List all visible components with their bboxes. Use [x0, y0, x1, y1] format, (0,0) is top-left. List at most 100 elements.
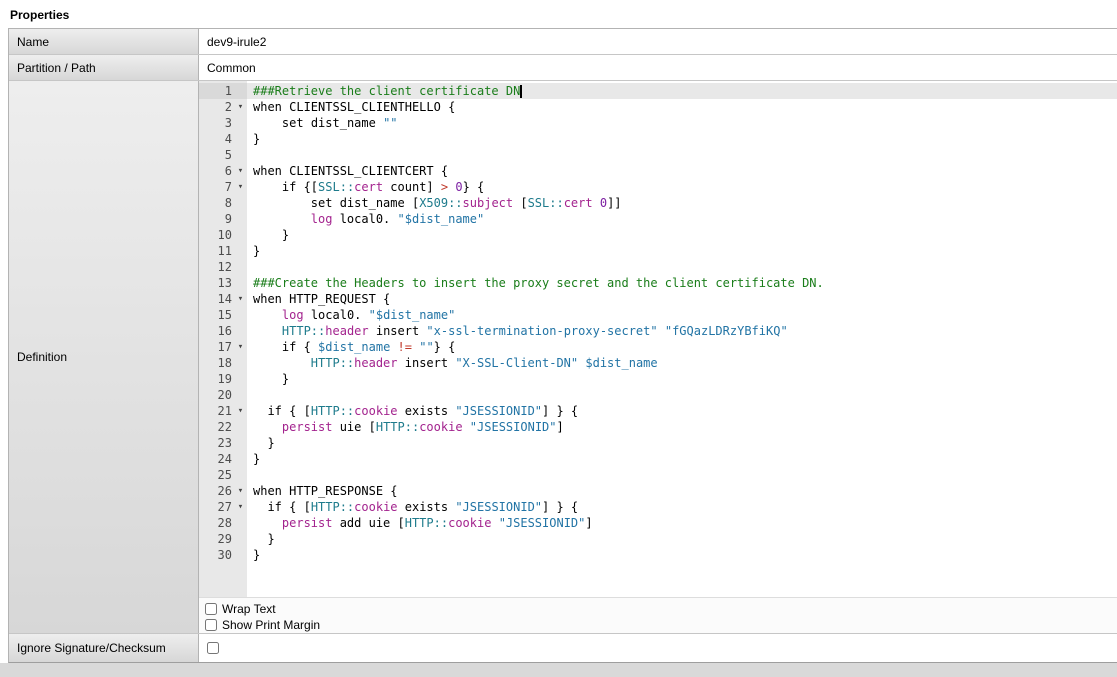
line-number[interactable]: 8	[199, 195, 234, 211]
line-number[interactable]: 22	[199, 419, 234, 435]
code-line[interactable]: 30}	[199, 547, 1117, 563]
code-line[interactable]: 28 persist add uie [HTTP::cookie "JSESSI…	[199, 515, 1117, 531]
line-number[interactable]: 9	[199, 211, 234, 227]
code-line-text[interactable]	[247, 259, 1117, 275]
line-number-gutter[interactable]: 6▾	[199, 163, 247, 179]
line-number[interactable]: 5	[199, 147, 234, 163]
code-line[interactable]: 2▾when CLIENTSSL_CLIENTHELLO {	[199, 99, 1117, 115]
line-number[interactable]: 28	[199, 515, 234, 531]
line-number-gutter[interactable]: 25	[199, 467, 247, 483]
code-line-text[interactable]: HTTP::header insert "X-SSL-Client-DN" $d…	[247, 355, 1117, 371]
code-line-text[interactable]: log local0. "$dist_name"	[247, 211, 1117, 227]
code-line-text[interactable]: when HTTP_RESPONSE {	[247, 483, 1117, 499]
code-line[interactable]: 20	[199, 387, 1117, 403]
ignore-signature-checkbox[interactable]	[207, 642, 219, 654]
line-number[interactable]: 11	[199, 243, 234, 259]
code-line-text[interactable]: when CLIENTSSL_CLIENTCERT {	[247, 163, 1117, 179]
wrap-text-option[interactable]: Wrap Text	[203, 601, 1117, 617]
show-print-margin-checkbox[interactable]	[205, 619, 217, 631]
line-number-gutter[interactable]: 14▾	[199, 291, 247, 307]
line-number-gutter[interactable]: 17▾	[199, 339, 247, 355]
code-line[interactable]: 25	[199, 467, 1117, 483]
code-line[interactable]: 6▾when CLIENTSSL_CLIENTCERT {	[199, 163, 1117, 179]
code-line-text[interactable]: }	[247, 531, 1117, 547]
line-number-gutter[interactable]: 15	[199, 307, 247, 323]
line-number[interactable]: 29	[199, 531, 234, 547]
code-line-text[interactable]	[247, 387, 1117, 403]
code-line[interactable]: 24}	[199, 451, 1117, 467]
code-line[interactable]: 18 HTTP::header insert "X-SSL-Client-DN"…	[199, 355, 1117, 371]
code-line-text[interactable]: when CLIENTSSL_CLIENTHELLO {	[247, 99, 1117, 115]
code-line[interactable]: 21▾ if { [HTTP::cookie exists "JSESSIONI…	[199, 403, 1117, 419]
code-line-text[interactable]: ###Retrieve the client certificate DN	[247, 83, 1117, 99]
code-line[interactable]: 12	[199, 259, 1117, 275]
code-line-text[interactable]: if {[SSL::cert count] > 0} {	[247, 179, 1117, 195]
code-line[interactable]: 16 HTTP::header insert "x-ssl-terminatio…	[199, 323, 1117, 339]
line-number-gutter[interactable]: 13	[199, 275, 247, 291]
line-number-gutter[interactable]: 27▾	[199, 499, 247, 515]
code-line[interactable]: 26▾when HTTP_RESPONSE {	[199, 483, 1117, 499]
line-number[interactable]: 7	[199, 179, 234, 195]
line-number-gutter[interactable]: 4	[199, 131, 247, 147]
line-number[interactable]: 15	[199, 307, 234, 323]
line-number[interactable]: 6	[199, 163, 234, 179]
show-print-margin-option[interactable]: Show Print Margin	[203, 617, 1117, 633]
code-line[interactable]: 14▾when HTTP_REQUEST {	[199, 291, 1117, 307]
line-number-gutter[interactable]: 16	[199, 323, 247, 339]
line-number-gutter[interactable]: 2▾	[199, 99, 247, 115]
line-number[interactable]: 26	[199, 483, 234, 499]
code-line[interactable]: 29 }	[199, 531, 1117, 547]
line-number[interactable]: 24	[199, 451, 234, 467]
code-line-text[interactable]: set dist_name ""	[247, 115, 1117, 131]
line-number-gutter[interactable]: 9	[199, 211, 247, 227]
code-line[interactable]: 11}	[199, 243, 1117, 259]
code-line[interactable]: 7▾ if {[SSL::cert count] > 0} {	[199, 179, 1117, 195]
code-line-text[interactable]: if { [HTTP::cookie exists "JSESSIONID"] …	[247, 403, 1117, 419]
code-line[interactable]: 9 log local0. "$dist_name"	[199, 211, 1117, 227]
line-number-gutter[interactable]: 30	[199, 547, 247, 563]
line-number-gutter[interactable]: 5	[199, 147, 247, 163]
code-line-text[interactable]: ###Create the Headers to insert the prox…	[247, 275, 1117, 291]
wrap-text-checkbox[interactable]	[205, 603, 217, 615]
fold-arrow-icon[interactable]: ▾	[234, 339, 247, 355]
fold-arrow-icon[interactable]: ▾	[234, 99, 247, 115]
line-number-gutter[interactable]: 28	[199, 515, 247, 531]
code-line-text[interactable]: }	[247, 371, 1117, 387]
line-number[interactable]: 30	[199, 547, 234, 563]
line-number[interactable]: 27	[199, 499, 234, 515]
line-number-gutter[interactable]: 18	[199, 355, 247, 371]
code-line-text[interactable]: }	[247, 131, 1117, 147]
line-number-gutter[interactable]: 11	[199, 243, 247, 259]
code-line-text[interactable]: if { $dist_name != ""} {	[247, 339, 1117, 355]
fold-arrow-icon[interactable]: ▾	[234, 179, 247, 195]
fold-arrow-icon[interactable]: ▾	[234, 163, 247, 179]
line-number[interactable]: 16	[199, 323, 234, 339]
code-line[interactable]: 10 }	[199, 227, 1117, 243]
code-line-text[interactable]: }	[247, 451, 1117, 467]
code-line-text[interactable]: }	[247, 547, 1117, 563]
line-number[interactable]: 20	[199, 387, 234, 403]
line-number[interactable]: 18	[199, 355, 234, 371]
code-line-text[interactable]: if { [HTTP::cookie exists "JSESSIONID"] …	[247, 499, 1117, 515]
code-line[interactable]: 15 log local0. "$dist_name"	[199, 307, 1117, 323]
fold-arrow-icon[interactable]: ▾	[234, 499, 247, 515]
code-line-text[interactable]: set dist_name [X509::subject [SSL::cert …	[247, 195, 1117, 211]
fold-arrow-icon[interactable]: ▾	[234, 291, 247, 307]
line-number[interactable]: 13	[199, 275, 234, 291]
line-number[interactable]: 14	[199, 291, 234, 307]
code-line[interactable]: 17▾ if { $dist_name != ""} {	[199, 339, 1117, 355]
code-line-text[interactable]	[247, 147, 1117, 163]
code-line[interactable]: 5	[199, 147, 1117, 163]
line-number-gutter[interactable]: 1	[199, 83, 247, 99]
code-line[interactable]: 23 }	[199, 435, 1117, 451]
line-number-gutter[interactable]: 22	[199, 419, 247, 435]
code-line[interactable]: 3 set dist_name ""	[199, 115, 1117, 131]
code-line[interactable]: 19 }	[199, 371, 1117, 387]
line-number[interactable]: 10	[199, 227, 234, 243]
line-number[interactable]: 21	[199, 403, 234, 419]
line-number[interactable]: 1	[199, 83, 234, 99]
code-line[interactable]: 27▾ if { [HTTP::cookie exists "JSESSIONI…	[199, 499, 1117, 515]
line-number-gutter[interactable]: 24	[199, 451, 247, 467]
irule-code-editor[interactable]: 1###Retrieve the client certificate DN2▾…	[199, 81, 1117, 597]
line-number[interactable]: 2	[199, 99, 234, 115]
